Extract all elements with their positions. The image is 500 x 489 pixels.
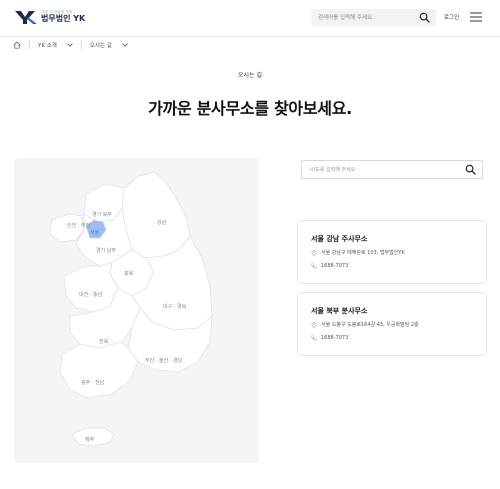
office-address-row: 서울 강남구 테헤란로 103, 법무법인YK <box>311 249 405 256</box>
phone-icon <box>311 263 317 269</box>
map-region-gwangju[interactable] <box>59 341 139 399</box>
region-label-gangwon: 강원 <box>157 219 167 226</box>
region-label-jeonbuk: 전북 <box>99 338 109 345</box>
page-title: 가까운 분사무소를 찾아보세요. <box>148 99 352 118</box>
office-name: 서울 북부 분사무소 <box>311 307 368 315</box>
home-icon[interactable] <box>13 41 21 49</box>
breadcrumb-label: 오시는 길 <box>89 43 112 49</box>
search-icon[interactable] <box>419 12 430 23</box>
region-label-jeju: 제주 <box>85 436 95 443</box>
office-name: 서울 강남 주사무소 <box>311 235 368 243</box>
map-region-gangwon[interactable] <box>121 171 191 259</box>
page-eyebrow: 오시는 길 <box>238 72 262 79</box>
region-label-daejeon: 대전 · 충남 <box>79 291 103 298</box>
office-card[interactable]: 서울 북부 분사무소 서울 도봉구 도봉로164길 43, 우공화빌딩 2층 1… <box>297 292 487 356</box>
breadcrumb: YK 소개 오시는 길 <box>13 40 128 50</box>
office-card[interactable]: 서울 강남 주사무소 서울 강남구 테헤란로 103, 법무법인YK 1688-… <box>297 220 487 284</box>
header-search-input[interactable] <box>318 9 416 26</box>
logo-name: 법무법인 YK <box>41 14 86 24</box>
region-label-gyeonggi-north: 경기 북부 <box>92 211 112 218</box>
office-phone-row: 1688-7073 <box>311 335 348 341</box>
office-address: 서울 강남구 테헤란로 103, 법무법인YK <box>321 250 405 256</box>
region-label-daegu: 대구 · 경북 <box>163 303 187 310</box>
office-phone-row: 1688-7073 <box>311 263 348 269</box>
office-address: 서울 도봉구 도봉로164길 43, 우공화빌딩 2층 <box>321 322 419 328</box>
map-region-daejeon[interactable] <box>63 261 119 313</box>
location-pin-icon <box>311 321 317 328</box>
korea-map-panel: 인천 · 부천 서울 경기 북부 경기 남부 강원 충북 대전 · 충남 대구 … <box>14 158 259 463</box>
breadcrumb-item-about[interactable]: YK 소개 <box>38 41 73 49</box>
chevron-down-icon <box>122 43 128 47</box>
search-icon[interactable] <box>465 164 476 175</box>
header-divider <box>0 36 500 37</box>
region-search-input[interactable] <box>309 161 459 178</box>
region-label-gwangju: 광주 · 전남 <box>81 379 105 386</box>
login-link[interactable]: 로그인 <box>444 13 459 21</box>
office-address-row: 서울 도봉구 도봉로164길 43, 우공화빌딩 2층 <box>311 321 419 328</box>
region-label-busan: 부산 · 울산 · 경남 <box>145 357 183 364</box>
location-pin-icon <box>311 249 317 256</box>
region-search <box>301 160 483 179</box>
header-search <box>311 9 436 26</box>
office-phone: 1688-7073 <box>321 335 349 341</box>
korea-map: 인천 · 부천 서울 경기 북부 경기 남부 강원 충북 대전 · 충남 대구 … <box>49 171 213 447</box>
breadcrumb-separator <box>29 41 30 49</box>
site-header: 기대 그 이상의 가치 법무법인 YK 로그인 <box>0 0 500 36</box>
phone-icon <box>311 335 317 341</box>
chevron-down-icon <box>67 43 73 47</box>
breadcrumb-label: YK 소개 <box>38 43 57 49</box>
yk-logo-icon <box>15 11 37 24</box>
hamburger-menu-icon[interactable] <box>470 12 482 22</box>
breadcrumb-item-directions[interactable]: 오시는 길 <box>90 41 128 49</box>
region-label-gyeonggi-south: 경기 남부 <box>96 247 116 254</box>
breadcrumb-separator <box>80 41 82 49</box>
office-phone: 1688-7073 <box>321 263 349 269</box>
logo[interactable]: 기대 그 이상의 가치 법무법인 YK <box>14 9 85 25</box>
region-label-seoul: 서울 <box>90 229 100 236</box>
region-label-chungbuk: 충북 <box>124 270 134 277</box>
region-label-incheon: 인천 · 부천 <box>67 222 91 229</box>
